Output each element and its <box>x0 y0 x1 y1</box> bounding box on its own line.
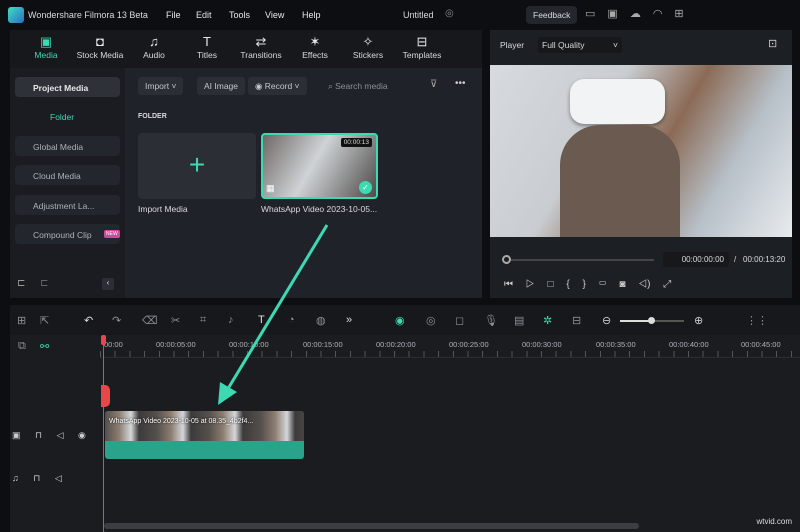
arrow-line <box>224 224 329 393</box>
arrow-head <box>218 382 237 405</box>
watermark: wtvid.com <box>756 517 792 526</box>
annotation-arrow <box>218 224 329 405</box>
